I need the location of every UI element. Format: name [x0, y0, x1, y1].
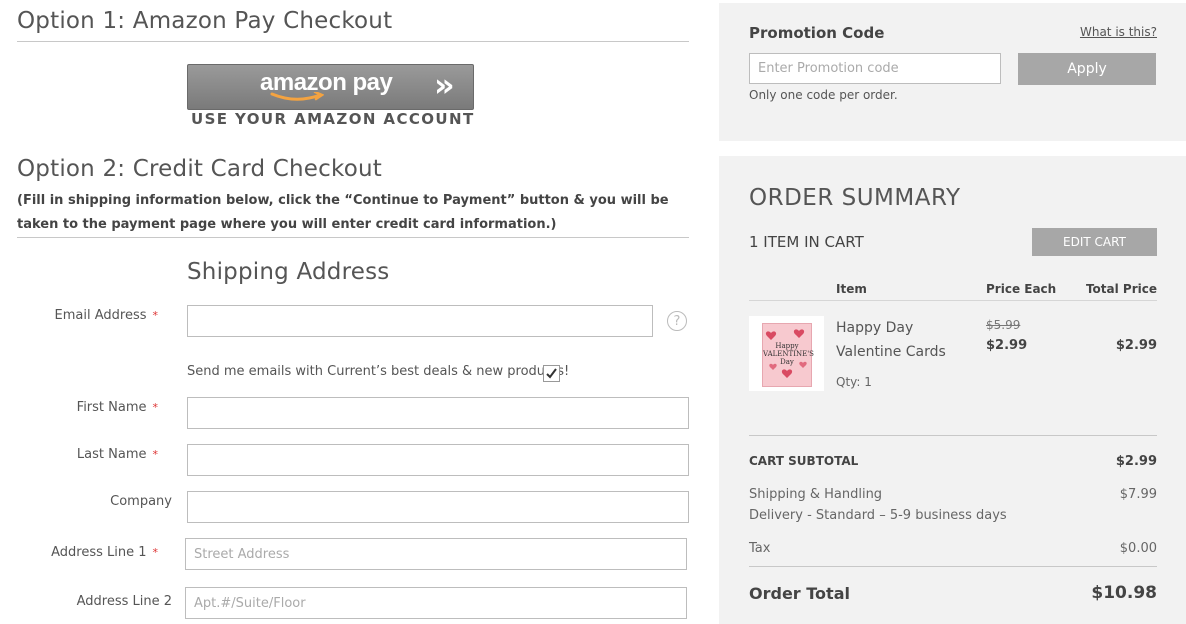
last-name-label-row: Last Name * — [8, 447, 158, 462]
newsletter-label: Send me emails with Current’s best deals… — [187, 364, 570, 379]
order-total-label: Order Total — [749, 584, 850, 603]
divider — [17, 237, 689, 238]
company-label: Company — [110, 494, 172, 509]
shipping-label: Shipping & Handling — [749, 487, 883, 502]
first-name-field[interactable] — [187, 397, 689, 429]
newsletter-checkbox[interactable] — [543, 365, 560, 382]
divider — [17, 41, 689, 42]
promo-note: Only one code per order. — [749, 88, 898, 102]
tax-value: $0.00 — [1119, 541, 1157, 556]
first-name-label-row: First Name * — [8, 400, 158, 415]
company-field[interactable] — [187, 491, 689, 523]
amazon-smile-icon — [270, 92, 324, 101]
amazon-pay-subtitle: USE YOUR AMAZON ACCOUNT — [191, 110, 475, 128]
edit-cart-button[interactable]: EDIT CART — [1032, 228, 1157, 256]
card-text: Happy VALENTINE'S Day — [763, 342, 814, 366]
subtotal-label: CART SUBTOTAL — [749, 454, 859, 468]
shipping-value: $7.99 — [1119, 487, 1157, 502]
email-label: Email Address — [54, 308, 147, 323]
order-summary-title: ORDER SUMMARY — [749, 185, 961, 211]
shipping-title: Shipping Address — [187, 259, 390, 285]
promo-panel: Promotion Code What is this? Apply Only … — [719, 3, 1186, 141]
card-image: Happy VALENTINE'S Day — [762, 323, 814, 387]
last-name-label: Last Name — [76, 447, 147, 462]
promo-help-link[interactable]: What is this? — [1080, 25, 1157, 39]
promo-code-input[interactable] — [749, 53, 1001, 84]
last-name-field[interactable] — [187, 444, 689, 476]
product-thumbnail[interactable]: Happy VALENTINE'S Day — [749, 316, 824, 391]
option1-title: Option 1: Amazon Pay Checkout — [17, 8, 393, 34]
divider — [749, 300, 1157, 301]
option2-note: (Fill in shipping information below, cli… — [17, 193, 669, 232]
apply-promo-button[interactable]: Apply — [1018, 53, 1156, 85]
tax-label: Tax — [749, 541, 771, 556]
divider — [749, 435, 1157, 436]
shipping-detail: Delivery - Standard – 5-9 business days — [749, 508, 1007, 523]
required-marker: * — [152, 546, 159, 559]
line-total: $2.99 — [1115, 338, 1157, 353]
email-field[interactable] — [187, 305, 653, 337]
address1-label-row: Address Line 1 * — [8, 545, 158, 560]
address2-label: Address Line 2 — [76, 594, 172, 609]
checkmark-icon — [546, 368, 557, 379]
divider — [749, 566, 1157, 567]
promo-title: Promotion Code — [749, 24, 885, 42]
col-total-price: Total Price — [1085, 282, 1157, 296]
option2-title: Option 2: Credit Card Checkout — [17, 156, 382, 182]
items-count: 1 ITEM IN CART — [749, 233, 864, 251]
col-item: Item — [836, 282, 867, 296]
amazon-pay-button[interactable]: amazon pay » — [187, 64, 474, 110]
order-total-value: $10.98 — [1091, 583, 1157, 603]
unit-price: $2.99 — [986, 338, 1028, 353]
order-summary-panel: ORDER SUMMARY 1 ITEM IN CART EDIT CART I… — [719, 156, 1186, 624]
address1-field[interactable] — [185, 538, 687, 570]
original-price: $5.99 — [986, 318, 1021, 332]
first-name-label: First Name — [76, 400, 147, 415]
required-marker: * — [152, 309, 159, 322]
address1-label: Address Line 1 — [51, 545, 147, 560]
col-price-each: Price Each — [986, 282, 1057, 296]
product-name[interactable]: Happy Day Valentine Cards — [836, 316, 981, 364]
subtotal-value: $2.99 — [1115, 454, 1157, 469]
required-marker: * — [152, 448, 159, 461]
email-label-row: Email Address * — [8, 308, 158, 323]
required-marker: * — [152, 401, 159, 414]
help-icon[interactable]: ? — [667, 311, 687, 331]
product-qty: Qty: 1 — [836, 375, 872, 389]
address2-field[interactable] — [185, 587, 687, 619]
amazon-chevrons-icon: » — [434, 66, 455, 104]
